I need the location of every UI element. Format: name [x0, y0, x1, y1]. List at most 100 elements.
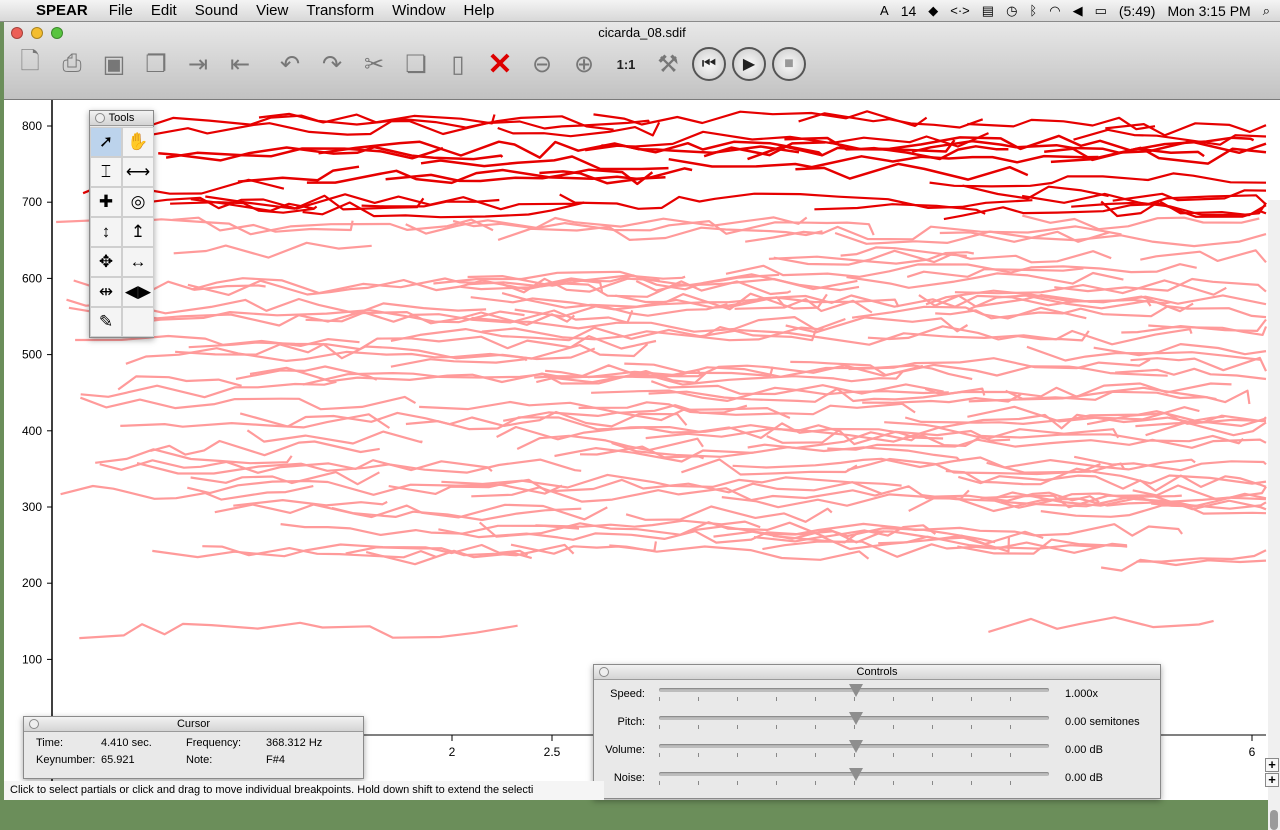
print-icon[interactable]: ⎙: [54, 46, 90, 82]
menu-file[interactable]: File: [109, 2, 133, 19]
partial-track[interactable]: [497, 121, 661, 138]
wifi-icon[interactable]: ◠: [1049, 3, 1060, 19]
lasso-icon[interactable]: ◎: [122, 187, 154, 217]
code-icon[interactable]: <·>: [950, 3, 970, 18]
menu-sound[interactable]: Sound: [195, 2, 238, 19]
clock[interactable]: Mon 3:15 PM: [1167, 3, 1250, 19]
noise-slider-thumb[interactable]: [849, 768, 863, 781]
menu-help[interactable]: Help: [464, 2, 495, 19]
menu-window[interactable]: Window: [392, 2, 445, 19]
time-flip-icon[interactable]: ◀▶: [122, 277, 154, 307]
arrow-tool-icon[interactable]: ➚: [90, 127, 122, 157]
partial-track[interactable]: [1044, 147, 1205, 162]
controls-close-button[interactable]: [599, 667, 609, 677]
partial-track[interactable]: [1121, 318, 1267, 334]
vertical-move-up-icon[interactable]: ↥: [122, 217, 154, 247]
partial-track[interactable]: [1040, 504, 1267, 518]
partial-track[interactable]: [119, 193, 576, 211]
partial-track[interactable]: [239, 410, 688, 428]
tools-icon[interactable]: ⚒: [650, 46, 686, 82]
frequency-select-icon[interactable]: ⟷: [122, 157, 154, 187]
adobe-icon[interactable]: A: [880, 3, 889, 18]
volume-slider[interactable]: [659, 740, 1049, 760]
battery-icon[interactable]: ▭: [1095, 3, 1107, 19]
partial-track[interactable]: [390, 358, 528, 368]
partial-track[interactable]: [258, 112, 496, 125]
partial-track[interactable]: [785, 316, 969, 334]
keyboard-icon[interactable]: ▤: [982, 3, 994, 19]
menu-edit[interactable]: Edit: [151, 2, 177, 19]
horizontal-zoom-in-button[interactable]: +: [1265, 773, 1279, 787]
partial-track[interactable]: [611, 441, 756, 458]
pitch-slider-thumb[interactable]: [849, 712, 863, 725]
crosshair-icon[interactable]: ✚: [90, 187, 122, 217]
partial-track[interactable]: [79, 621, 518, 640]
partial-track[interactable]: [516, 434, 704, 452]
move-all-icon[interactable]: ✥: [90, 247, 122, 277]
partial-track[interactable]: [962, 184, 1109, 200]
partial-track[interactable]: [784, 134, 1255, 152]
network-icon[interactable]: ◆: [928, 3, 938, 19]
stop-icon[interactable]: ■: [772, 47, 806, 81]
noise-slider[interactable]: [659, 768, 1049, 788]
partial-track[interactable]: [609, 544, 870, 561]
time-select-icon[interactable]: ⌶: [90, 157, 122, 187]
zoom-out-icon[interactable]: ⊖: [524, 46, 560, 82]
partial-track[interactable]: [173, 241, 372, 259]
partial-track[interactable]: [117, 375, 242, 391]
partial-track[interactable]: [904, 433, 1244, 447]
vertical-move-icon[interactable]: ↕: [90, 217, 122, 247]
play-icon[interactable]: ▶: [732, 47, 766, 81]
partial-track[interactable]: [967, 116, 1156, 131]
partial-track[interactable]: [668, 154, 1099, 169]
undo-icon[interactable]: ↶: [272, 46, 308, 82]
partial-track[interactable]: [246, 429, 423, 445]
menu-transform[interactable]: Transform: [306, 2, 374, 19]
app-menu[interactable]: SPEAR: [36, 2, 88, 19]
partial-track[interactable]: [1100, 558, 1267, 572]
partial-track[interactable]: [625, 505, 833, 523]
delete-icon[interactable]: ✕: [482, 46, 518, 82]
save-icon[interactable]: ▣: [96, 46, 132, 82]
vertical-scrollbar[interactable]: [1268, 200, 1280, 830]
cursor-close-button[interactable]: [29, 719, 39, 729]
partial-track[interactable]: [125, 347, 596, 365]
partial-track[interactable]: [1140, 249, 1267, 264]
partials-group[interactable]: [56, 110, 1268, 640]
time-machine-icon[interactable]: ◷: [1006, 3, 1017, 19]
paste-icon[interactable]: ▯: [440, 46, 476, 82]
export-icon[interactable]: ⇤: [222, 46, 258, 82]
pitch-slider[interactable]: [659, 712, 1049, 732]
copy-icon[interactable]: ❏: [398, 46, 434, 82]
partial-track[interactable]: [988, 616, 1214, 633]
bluetooth-icon[interactable]: ᛒ: [1029, 3, 1037, 18]
tools-close-button[interactable]: [95, 113, 105, 123]
zoom-actual-icon[interactable]: 1:1: [608, 46, 644, 82]
partial-track[interactable]: [725, 263, 1197, 278]
scroll-thumb[interactable]: [1270, 810, 1278, 830]
partial-track[interactable]: [593, 110, 928, 128]
time-stretch-icon[interactable]: ⇹: [90, 277, 122, 307]
new-file-icon[interactable]: 🗋: [12, 46, 48, 82]
partial-track[interactable]: [814, 203, 986, 215]
partial-track[interactable]: [80, 395, 417, 411]
menu-view[interactable]: View: [256, 2, 288, 19]
open-recent-icon[interactable]: ❐: [138, 46, 174, 82]
partial-track[interactable]: [95, 448, 293, 465]
hand-tool-icon[interactable]: ✋: [122, 127, 154, 157]
redo-icon[interactable]: ↷: [314, 46, 350, 82]
partial-track[interactable]: [795, 162, 1029, 181]
partial-track[interactable]: [60, 484, 314, 501]
horizontal-move-icon[interactable]: ↔: [122, 247, 154, 277]
speed-slider-thumb[interactable]: [849, 684, 863, 697]
pencil-icon[interactable]: ✎: [90, 307, 122, 337]
partial-track[interactable]: [237, 165, 360, 183]
partial-track[interactable]: [986, 461, 1126, 474]
volume-icon[interactable]: ◀: [1073, 3, 1083, 19]
partial-track[interactable]: [848, 357, 1151, 371]
spotlight-search-icon[interactable]: ⌕: [1263, 3, 1270, 19]
volume-slider-thumb[interactable]: [849, 740, 863, 753]
import-icon[interactable]: ⇥: [180, 46, 216, 82]
cut-icon[interactable]: ✂: [356, 46, 392, 82]
speed-slider[interactable]: [659, 684, 1049, 704]
